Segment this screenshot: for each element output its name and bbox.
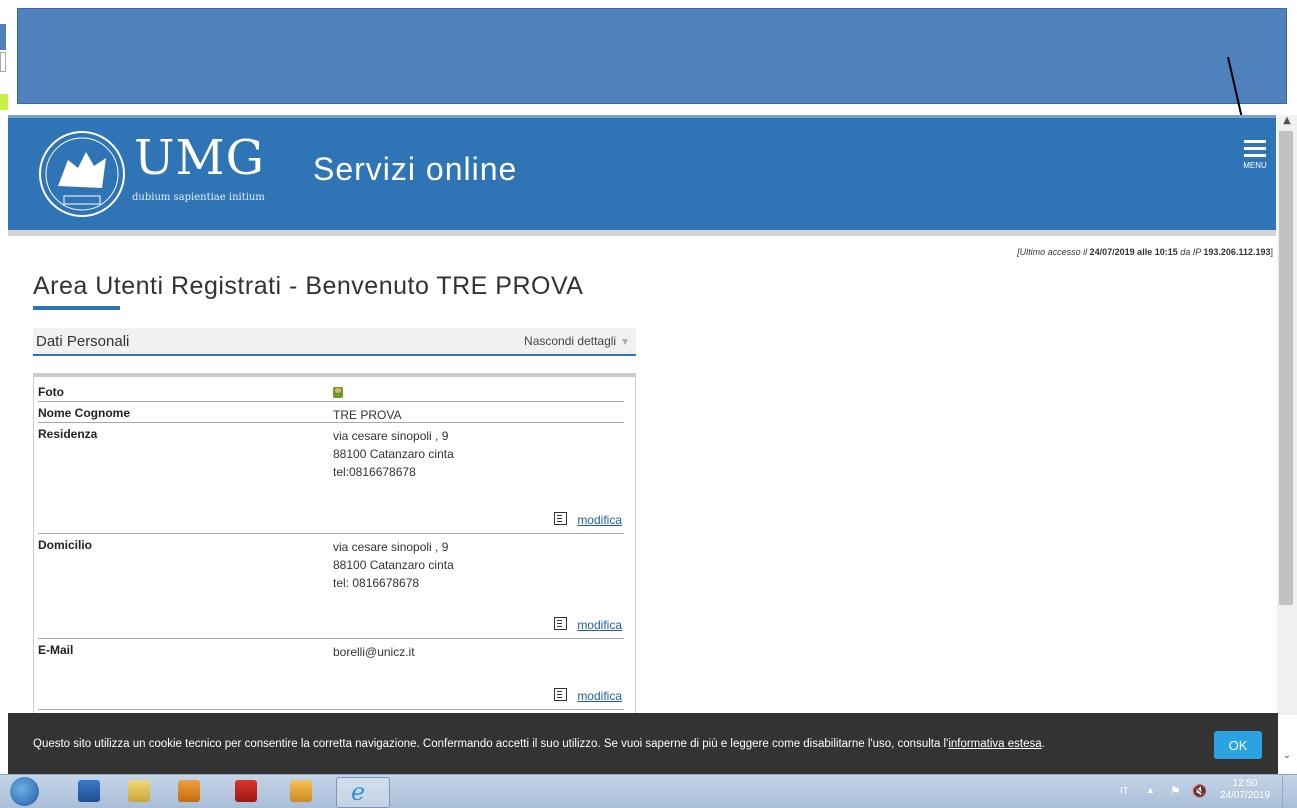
input-language[interactable]: IT — [1120, 786, 1129, 797]
edit-icon[interactable] — [554, 617, 568, 630]
blue-overlay-panel — [17, 8, 1287, 104]
last-access-ip-prefix: da IP — [1177, 247, 1204, 257]
edit-domicile: modifica — [554, 616, 622, 632]
last-access-ip: 193.206.112.193 — [1203, 247, 1271, 257]
row-label: Nome Cognome — [38, 406, 131, 420]
clock[interactable]: 12:50 24/07/2019 — [1220, 778, 1270, 802]
edit-email-link[interactable]: modifica — [577, 689, 622, 703]
privacy-policy-link[interactable]: informativa estesa — [948, 738, 1041, 750]
libraries-icon[interactable] — [128, 780, 150, 802]
site-header: UMG dubium sapientiae initium Servizi on… — [8, 115, 1276, 230]
scroll-up-arrow-icon[interactable]: ▲ — [1277, 115, 1297, 129]
user-photo-icon — [333, 387, 343, 398]
browser-top-frame — [0, 0, 1297, 115]
internet-explorer-task[interactable]: e — [336, 777, 390, 808]
outlook-icon[interactable] — [290, 780, 312, 802]
residence-line3: tel:0816678678 — [333, 465, 416, 479]
edit-residence-link[interactable]: modifica — [577, 513, 622, 527]
personal-data-section-header: Dati Personali Nascondi dettagli ▼ — [33, 328, 636, 356]
domicile-line3: tel: 0816678678 — [333, 576, 420, 590]
windows-taskbar: e IT ▲ ⚑ 🔇 12:50 24/07/2019 — [0, 774, 1297, 808]
residence-line1: via cesare sinopoli , 9 — [333, 429, 449, 443]
edit-icon[interactable] — [554, 688, 568, 701]
edge-white-block — [0, 52, 6, 72]
internet-explorer-icon: e — [351, 778, 366, 806]
domicile-line1: via cesare sinopoli , 9 — [333, 540, 449, 554]
last-access-datetime: 24/07/2019 alle 10:15 — [1089, 247, 1178, 257]
page-title: Area Utenti Registrati - Benvenuto TRE P… — [33, 272, 584, 300]
action-center-flag-icon[interactable]: ⚑ — [1170, 784, 1181, 798]
logo-wordmark: UMG — [134, 130, 265, 186]
site-title: Servizi online — [313, 151, 518, 187]
domicile-value: via cesare sinopoli , 9 88100 Catanzaro … — [333, 538, 454, 592]
clock-time: 12:50 — [1232, 778, 1258, 789]
row-label: Domicilio — [38, 538, 93, 552]
row-label: Residenza — [38, 427, 98, 441]
show-desktop-button[interactable] — [1282, 775, 1297, 808]
cookie-text-end: . — [1041, 738, 1045, 750]
tray-expand-icon[interactable]: ▲ — [1146, 785, 1155, 795]
hide-details-toggle[interactable]: Nascondi dettagli ▼ — [524, 334, 630, 348]
triangle-down-icon: ▼ — [620, 337, 630, 348]
hide-details-label: Nascondi dettagli — [524, 334, 617, 348]
table-row: Domicilio via cesare sinopoli , 9 88100 … — [38, 534, 624, 639]
left-edge-strip — [0, 0, 8, 115]
edit-domicile-link[interactable]: modifica — [577, 618, 622, 632]
edit-icon[interactable] — [554, 512, 568, 525]
edge-blue-block — [0, 24, 6, 50]
page-scrollbar[interactable]: ▲ — [1277, 115, 1297, 715]
edit-residence: modifica — [554, 511, 622, 527]
table-row: Residenza via cesare sinopoli , 9 88100 … — [38, 423, 624, 534]
row-label: E-Mail — [38, 643, 74, 657]
personal-data-table: Foto Nome Cognome TRE PROVA Residenza vi… — [33, 373, 636, 718]
logo-motto: dubium sapientiae initium — [132, 192, 265, 203]
title-underline — [33, 306, 120, 310]
table-row: E-Mail borelli@unicz.it modifica — [38, 639, 624, 710]
table-row: Foto — [38, 381, 624, 402]
cookie-consent-bar: Questo sito utilizza un cookie tecnico p… — [8, 713, 1278, 774]
cookie-message: Questo sito utilizza un cookie tecnico p… — [33, 738, 1045, 750]
table-row: Nome Cognome TRE PROVA — [38, 402, 624, 423]
row-label: Foto — [38, 385, 64, 399]
hamburger-icon — [1244, 140, 1266, 157]
name-value: TRE PROVA — [333, 408, 402, 422]
start-button[interactable] — [10, 777, 39, 806]
edge-green-block — [0, 94, 8, 110]
last-access-prefix: [Ultimo accesso il — [1017, 247, 1090, 257]
cookie-text: Questo sito utilizza un cookie tecnico p… — [33, 738, 949, 750]
section-title: Dati Personali — [36, 333, 130, 350]
residence-line2: 88100 Catanzaro cinta — [333, 447, 454, 461]
university-seal-icon — [39, 131, 125, 217]
windows-explorer-icon[interactable] — [78, 780, 100, 802]
edit-email: modifica — [554, 687, 622, 703]
acrobat-icon[interactable] — [235, 780, 257, 802]
menu-label: MENU — [1243, 161, 1267, 170]
clock-date: 24/07/2019 — [1220, 790, 1271, 801]
scrollbar-thumb[interactable] — [1279, 131, 1293, 605]
last-access-suffix: ] — [1270, 247, 1273, 257]
header-bottom-border — [8, 230, 1276, 236]
media-player-icon[interactable] — [178, 780, 200, 802]
domicile-line2: 88100 Catanzaro cinta — [333, 558, 454, 572]
scroll-down-arrow-icon[interactable]: ⌄ — [1277, 750, 1297, 764]
last-access-info: [Ultimo accesso il 24/07/2019 alle 10:15… — [1017, 247, 1273, 257]
user-photo[interactable] — [333, 385, 343, 403]
email-value: borelli@unicz.it — [333, 645, 415, 659]
volume-muted-icon[interactable]: 🔇 — [1192, 784, 1207, 798]
menu-button[interactable]: MENU — [1238, 136, 1272, 176]
cookie-ok-button[interactable]: OK — [1214, 731, 1262, 759]
residence-value: via cesare sinopoli , 9 88100 Catanzaro … — [333, 427, 454, 481]
